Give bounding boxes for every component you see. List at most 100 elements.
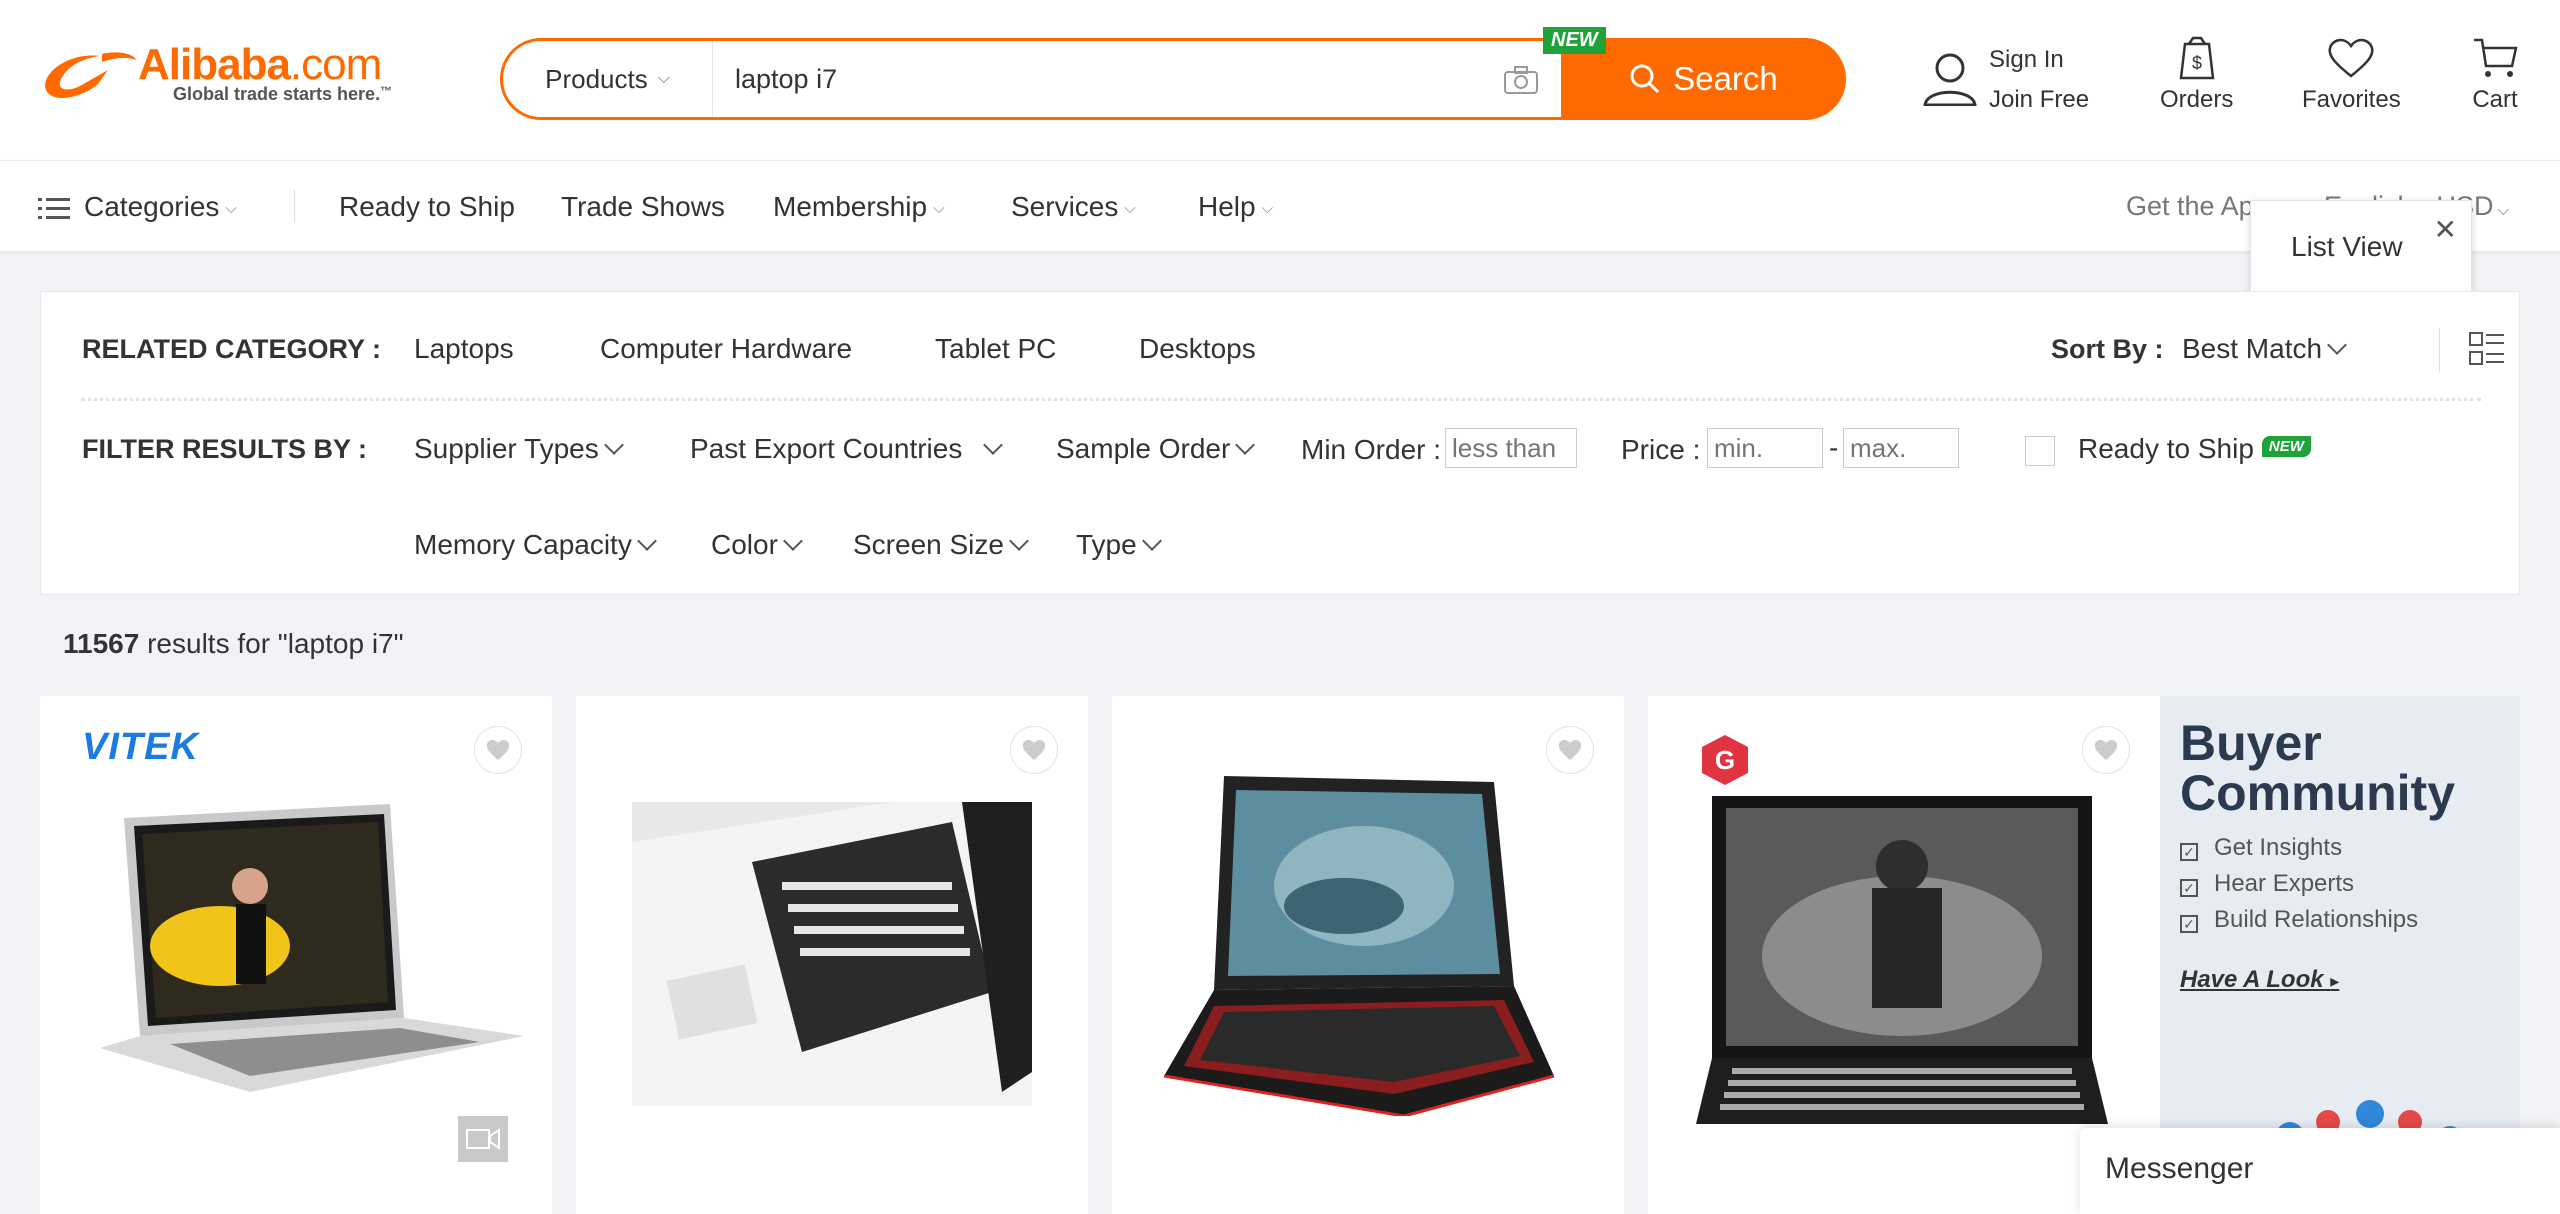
chevron-down-icon: ⌵ — [2497, 202, 2509, 219]
banner-title: Buyer Community — [2180, 715, 2455, 821]
cart-label: Cart — [2472, 86, 2518, 113]
cart-icon — [2474, 38, 2518, 77]
chevron-down-icon: ⌵ — [1124, 200, 1136, 218]
ready-to-ship-checkbox[interactable] — [2025, 436, 2055, 466]
list-view-icon[interactable] — [2469, 332, 2505, 368]
filter-type[interactable]: Type — [1076, 529, 1162, 561]
favorite-button[interactable] — [1010, 726, 1058, 774]
categories-label: Categories — [84, 191, 220, 222]
nav-help[interactable]: Help ⌵ — [1198, 191, 1273, 223]
nav-membership[interactable]: Membership ⌵ — [773, 191, 944, 223]
search-input[interactable] — [735, 59, 1435, 99]
favorites-link[interactable]: Favorites — [2302, 36, 2401, 114]
filter-supplier-types[interactable]: Supplier Types — [414, 433, 624, 465]
related-category-label: RELATED CATEGORY : — [82, 334, 382, 364]
nav-services[interactable]: Services ⌵ — [1011, 191, 1136, 223]
chevron-down-icon — [636, 531, 657, 551]
list-menu-icon — [38, 197, 70, 219]
product-image[interactable] — [632, 802, 1032, 1106]
sort-by-dropdown[interactable]: Best Match — [2182, 333, 2347, 365]
product-card[interactable]: VITEK — [40, 696, 552, 1214]
banner-item: ✓ Build Relationships — [2180, 906, 2418, 934]
messenger-label: Messenger — [2105, 1152, 2254, 1185]
product-image[interactable] — [100, 796, 530, 1096]
heart-icon — [2094, 740, 2118, 760]
filter-color[interactable]: Color — [711, 529, 803, 561]
chevron-down-icon: ⌵ — [933, 200, 945, 218]
checkbox-icon: ✓ — [2180, 879, 2198, 897]
favorite-button[interactable] — [474, 726, 522, 774]
sign-in-link[interactable]: Sign In — [1989, 46, 2064, 74]
new-badge: NEW — [2261, 436, 2311, 458]
filter-results-label: FILTER RESULTS BY : — [82, 434, 368, 464]
chevron-down-icon — [1235, 435, 1256, 455]
search-bar: Products ⌵ Search NEW — [500, 27, 1846, 120]
close-icon[interactable]: ✕ — [2434, 213, 2457, 246]
filter-screen-size[interactable]: Screen Size — [853, 529, 1029, 561]
brand-logo: VITEK — [82, 726, 199, 768]
join-free-link[interactable]: Join Free — [1989, 86, 2089, 114]
camera-icon[interactable] — [1503, 65, 1539, 95]
product-image[interactable] — [1164, 776, 1564, 1116]
chevron-right-icon: ▸ — [2330, 971, 2340, 991]
filter-past-export-countries[interactable]: Past Export Countries — [690, 433, 1004, 465]
chevron-down-icon — [2327, 335, 2347, 355]
product-card[interactable] — [576, 696, 1088, 1214]
heart-icon — [1558, 740, 1582, 760]
have-a-look-link[interactable]: Have A Look ▸ — [2180, 966, 2339, 994]
chevron-down-icon: ⌵ — [1261, 200, 1273, 218]
related-computer-hardware[interactable]: Computer Hardware — [600, 333, 852, 365]
orders-icon: $ — [2179, 36, 2215, 80]
header: Alibaba.com Global trade starts here.™ P… — [0, 0, 2560, 160]
svg-text:G: G — [1715, 745, 1735, 775]
chevron-down-icon: ⌵ — [225, 200, 237, 218]
heart-icon — [486, 740, 510, 760]
favorite-button[interactable] — [1546, 726, 1594, 774]
filter-panel: RELATED CATEGORY : Laptops Computer Hard… — [40, 291, 2520, 595]
categories-menu[interactable]: Categories ⌵ — [38, 191, 237, 223]
search-button-label: Search — [1673, 60, 1778, 97]
favorite-button[interactable] — [2082, 726, 2130, 774]
get-the-app-link[interactable]: Get the Ap — [2126, 191, 2254, 222]
price-max-input[interactable] — [1843, 428, 1959, 468]
alibaba-logo[interactable]: Alibaba.com Global trade starts here.™ — [38, 40, 418, 112]
sign-in-area[interactable]: Sign In Join Free — [1922, 44, 2102, 114]
checkbox-icon: ✓ — [2180, 843, 2198, 861]
min-order-input[interactable] — [1445, 428, 1577, 468]
search-category-dropdown[interactable]: Products ⌵ — [503, 41, 713, 117]
user-icon — [1923, 53, 1977, 106]
product-image[interactable] — [1692, 796, 2112, 1156]
logo-tagline: Global trade starts here.™ — [173, 84, 393, 104]
cart-link[interactable]: Cart — [2472, 36, 2518, 114]
chevron-down-icon — [603, 435, 624, 455]
list-view-tooltip: List View ✕ — [2250, 200, 2472, 314]
related-desktops[interactable]: Desktops — [1139, 333, 1256, 365]
new-badge: NEW — [1543, 27, 1606, 54]
orders-label: Orders — [2160, 86, 2234, 113]
logo-wave-icon — [45, 52, 136, 98]
related-tablet-pc[interactable]: Tablet PC — [935, 333, 1056, 365]
price-min-input[interactable] — [1707, 428, 1823, 468]
chevron-down-icon — [783, 531, 803, 551]
filter-memory-capacity[interactable]: Memory Capacity — [414, 529, 657, 561]
min-order-label: Min Order : — [1301, 434, 1442, 465]
ready-to-ship-filter[interactable]: Ready to Ship NEW — [2078, 433, 2311, 465]
banner-item: ✓ Hear Experts — [2180, 870, 2354, 898]
messenger-panel[interactable]: Messenger — [2080, 1128, 2560, 1214]
video-icon[interactable] — [458, 1116, 508, 1162]
nav-divider — [294, 189, 295, 223]
price-label: Price : — [1621, 434, 1701, 465]
brand-logo-icon: G — [1702, 735, 1748, 785]
search-icon — [1630, 64, 1660, 94]
dotted-divider — [81, 398, 2481, 401]
product-card[interactable] — [1112, 696, 1624, 1214]
nav-ready-to-ship[interactable]: Ready to Ship — [339, 191, 515, 223]
orders-link[interactable]: $ Orders — [2160, 36, 2233, 114]
favorites-label: Favorites — [2302, 86, 2401, 113]
nav-bar: Categories ⌵ Ready to Ship Trade Shows Me… — [0, 160, 2560, 251]
heart-icon — [1022, 740, 1046, 760]
related-laptops[interactable]: Laptops — [414, 333, 514, 365]
nav-trade-shows[interactable]: Trade Shows — [561, 191, 725, 223]
filter-sample-order[interactable]: Sample Order — [1056, 433, 1256, 465]
chevron-down-icon — [1141, 531, 1162, 551]
